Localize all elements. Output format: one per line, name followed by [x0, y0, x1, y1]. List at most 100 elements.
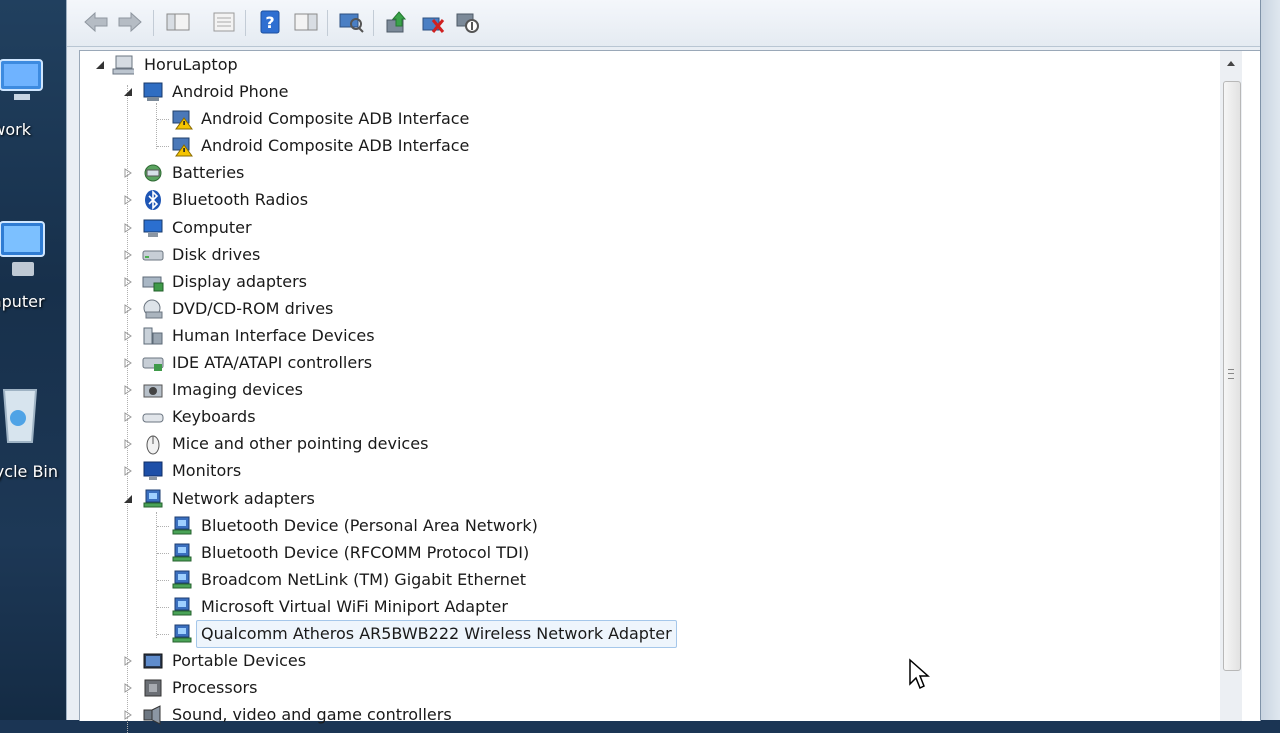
collapse-triangle-icon[interactable] — [123, 87, 133, 97]
uninstall-button[interactable] — [421, 8, 447, 36]
tree-item-label: Keyboards — [172, 407, 256, 427]
expand-triangle-icon[interactable] — [123, 249, 133, 260]
tree-category-row[interactable]: IDE ATA/ATAPI controllers — [80, 350, 780, 376]
tree-category-row[interactable]: Monitors — [80, 458, 780, 484]
update-driver-icon — [386, 11, 407, 33]
computer-icon — [112, 55, 134, 75]
mouse-icon — [146, 435, 160, 455]
toolbar-separator — [245, 10, 246, 36]
tree-item-label: DVD/CD-ROM drives — [172, 298, 334, 318]
tree-item-label: Qualcomm Atheros AR5BWB222 Wireless Netw… — [196, 620, 677, 648]
device-manager-window: ? HoruLaptop Android Phone Android Compo… — [66, 0, 1261, 733]
portable-device-icon — [143, 653, 163, 669]
tree-item-label: IDE ATA/ATAPI controllers — [172, 353, 373, 372]
tree-category-row[interactable]: Portable Devices — [80, 648, 780, 674]
desktop-icon-label: cycle Bin — [0, 462, 58, 481]
tree-device-row[interactable]: Broadcom NetLink (TM) Gigabit Ethernet — [80, 567, 780, 593]
expand-triangle-icon[interactable] — [123, 656, 133, 667]
battery-icon — [144, 164, 162, 182]
tree-item-label: Display adapters — [172, 271, 308, 291]
tree-item-label: Mice and other pointing devices — [172, 434, 429, 454]
toolbar-separator — [327, 10, 328, 36]
tree-connector-line — [157, 579, 169, 581]
tree-item-label: Android Composite ADB Interface — [201, 109, 470, 129]
expand-triangle-icon[interactable] — [123, 276, 133, 287]
tree-category-row[interactable]: Display adapters — [80, 269, 780, 295]
tree-device-row[interactable]: Android Composite ADB Interface — [80, 106, 780, 132]
warning-device-icon — [172, 110, 193, 130]
tree-category-row[interactable]: Network adapters — [80, 486, 780, 512]
help-button[interactable]: ? — [257, 8, 283, 36]
expand-triangle-icon[interactable] — [123, 412, 133, 423]
expand-triangle-icon[interactable] — [123, 710, 133, 721]
scrollbar-grip — [1228, 369, 1234, 379]
device-tree-pane: HoruLaptop Android Phone Android Composit… — [79, 50, 1261, 733]
tree-device-row[interactable]: Bluetooth Device (RFCOMM Protocol TDI) — [80, 540, 780, 566]
network-adapter-icon — [172, 624, 192, 643]
expand-triangle-icon[interactable] — [123, 303, 133, 314]
bluetooth-icon — [145, 190, 161, 211]
tree-category-row[interactable]: Human Interface Devices — [80, 323, 780, 349]
computer-icon — [143, 219, 163, 237]
tree-device-row[interactable]: Qualcomm Atheros AR5BWB222 Wireless Netw… — [80, 620, 780, 648]
expand-triangle-icon[interactable] — [123, 168, 133, 179]
forward-button[interactable] — [117, 8, 143, 36]
ide-controller-icon — [142, 357, 164, 371]
tree-device-row[interactable]: Microsoft Virtual WiFi Miniport Adapter — [80, 594, 780, 620]
desktop-icon-label: mputer — [0, 292, 45, 311]
expand-triangle-icon[interactable] — [123, 222, 133, 233]
tree-connector-line — [157, 119, 169, 121]
expand-triangle-icon[interactable] — [123, 358, 133, 368]
tree-device-row[interactable]: Bluetooth Device (Personal Area Network) — [80, 513, 780, 539]
network-adapter-icon — [172, 570, 192, 589]
tree-category-row[interactable]: Imaging devices — [80, 377, 780, 403]
tree-category-row[interactable]: Computer — [80, 215, 780, 241]
tree-connector-line — [157, 525, 169, 527]
recycle-bin-icon — [2, 389, 38, 443]
network-adapter-icon — [172, 597, 192, 616]
tree-root[interactable]: HoruLaptop — [80, 52, 380, 78]
tree-item-label: Monitors — [172, 461, 242, 481]
action-pane-button[interactable] — [293, 8, 319, 36]
tree-category-row[interactable]: Processors — [80, 675, 780, 701]
action-pane-icon — [294, 13, 318, 31]
disable-device-icon — [456, 13, 479, 33]
tree-root-label: HoruLaptop — [144, 55, 238, 74]
show-hide-tree-button[interactable] — [165, 8, 191, 36]
tree-item-label: Bluetooth Device (Personal Area Network) — [201, 515, 538, 535]
tree-device-row[interactable]: Android Composite ADB Interface — [80, 133, 780, 159]
collapse-triangle-icon[interactable] — [95, 60, 105, 70]
tree-category-row[interactable]: Batteries — [80, 160, 780, 186]
android-phone-icon — [143, 82, 163, 101]
properties-button[interactable] — [211, 8, 237, 36]
tree-item-label: Bluetooth Device (RFCOMM Protocol TDI) — [201, 542, 530, 562]
expand-triangle-icon[interactable] — [123, 330, 133, 341]
scroll-up-arrow-icon[interactable] — [1220, 51, 1242, 77]
tree-item-label: Microsoft Virtual WiFi Miniport Adapter — [201, 596, 508, 616]
disable-device-button[interactable] — [455, 8, 481, 36]
tree-category-row[interactable]: Keyboards — [80, 404, 780, 430]
back-button[interactable] — [83, 8, 109, 36]
tree-category-row[interactable]: DVD/CD-ROM drives — [80, 296, 780, 322]
expand-triangle-icon[interactable] — [123, 466, 133, 477]
tree-category-row[interactable]: Sound, video and game controllers — [80, 702, 780, 728]
expand-triangle-icon[interactable] — [123, 385, 133, 396]
tree-category-row[interactable]: Bluetooth Radios — [80, 187, 780, 213]
processor-icon — [144, 679, 162, 697]
toolbar-separator — [373, 10, 374, 36]
tree-item-label: Network adapters — [172, 488, 315, 508]
network-adapter-icon — [172, 543, 192, 562]
expand-triangle-icon[interactable] — [123, 195, 133, 206]
tree-item-label: Portable Devices — [172, 651, 307, 671]
expand-triangle-icon[interactable] — [123, 683, 133, 694]
scan-hardware-button[interactable] — [339, 8, 365, 36]
update-driver-button[interactable] — [385, 8, 411, 36]
collapse-triangle-icon[interactable] — [123, 494, 133, 504]
tree-category-row[interactable]: Android Phone — [80, 79, 780, 105]
expand-triangle-icon[interactable] — [123, 439, 133, 450]
tree-item-label: Human Interface Devices — [172, 325, 375, 345]
tree-item-label: Disk drives — [172, 244, 261, 264]
vertical-scrollbar[interactable] — [1220, 51, 1242, 721]
tree-category-row[interactable]: Mice and other pointing devices — [80, 431, 780, 457]
tree-category-row[interactable]: Disk drives — [80, 242, 780, 268]
